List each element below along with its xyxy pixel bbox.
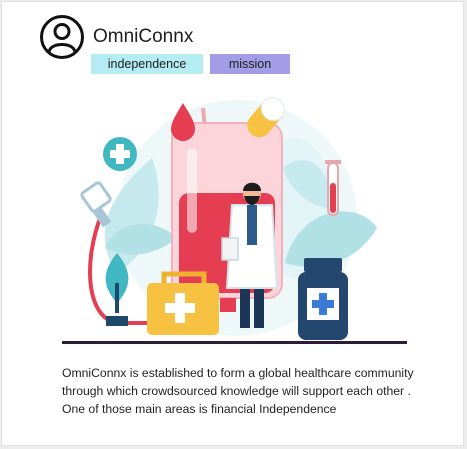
app-title: OmniConnx xyxy=(93,26,194,47)
medical-cross-badge-icon xyxy=(103,137,137,171)
blood-drop-icon xyxy=(171,103,195,141)
medicine-bottle-icon xyxy=(298,258,348,340)
description-text: OmniConnx is established to form a globa… xyxy=(62,366,414,416)
first-aid-kit-icon xyxy=(147,271,219,335)
ground-line xyxy=(62,341,407,344)
blood-bag-cap xyxy=(220,298,236,312)
tag-independence[interactable]: independence xyxy=(91,54,203,74)
tag-mission[interactable]: mission xyxy=(210,54,290,74)
syringe-icon xyxy=(80,181,112,228)
user-circle-icon[interactable] xyxy=(39,14,85,60)
healthcare-illustration xyxy=(62,97,407,344)
blood-bag-shine xyxy=(187,148,197,233)
test-tube-icon xyxy=(325,160,341,216)
profile-card: OmniConnx independence mission OmniConnx… xyxy=(1,1,464,446)
